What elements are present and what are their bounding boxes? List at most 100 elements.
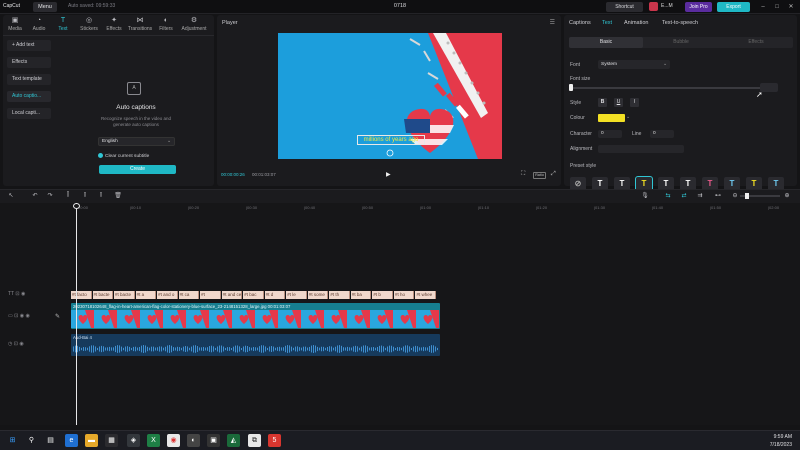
search-icon[interactable]: ⚲ bbox=[25, 434, 38, 447]
tab-text-to-speech[interactable]: Text-to-speech bbox=[662, 20, 698, 26]
caption-clip[interactable]: #t whee bbox=[415, 291, 436, 299]
video-clip[interactable]: 20230718102648_flag-in-heart-american-fl… bbox=[71, 303, 440, 329]
caption-clip[interactable]: #t bacte bbox=[114, 291, 135, 299]
audio-clip[interactable]: Aud-Bai 4 bbox=[71, 334, 440, 356]
sidebar-item-add-text[interactable]: + Add text bbox=[7, 40, 51, 51]
caption-overlay[interactable]: millions of years ago bbox=[357, 135, 425, 145]
fit-screen-icon[interactable]: ⛶ bbox=[521, 171, 525, 178]
bold-button[interactable]: B bbox=[598, 98, 607, 107]
audio-track-controls[interactable]: ◷ ⊡ ◉ bbox=[8, 341, 24, 347]
caption-clip[interactable]: #t ca bbox=[178, 291, 200, 299]
tab-text[interactable]: T Text bbox=[51, 15, 75, 35]
caption-clip[interactable]: #t bac bbox=[243, 291, 264, 299]
undo-icon[interactable]: ↶ bbox=[30, 192, 40, 199]
join-pro-button[interactable]: Join Pro bbox=[685, 2, 712, 12]
chevron-down-icon[interactable]: ⌄ bbox=[626, 114, 630, 120]
caption-clip[interactable]: #t a bbox=[135, 291, 157, 299]
capcut-taskbar-icon[interactable]: ⧉ bbox=[248, 434, 261, 447]
excel-icon[interactable]: X bbox=[147, 434, 160, 447]
caption-clip[interactable]: #t ho bbox=[393, 291, 415, 299]
app-icon[interactable]: ▣ bbox=[207, 434, 220, 447]
caption-clip[interactable]: #t some bbox=[307, 291, 329, 299]
split-icon[interactable]: ⫿ bbox=[63, 192, 73, 199]
avatar[interactable] bbox=[649, 2, 658, 11]
create-button[interactable]: Create bbox=[99, 165, 176, 174]
store-icon[interactable]: ▦ bbox=[105, 434, 118, 447]
sidebar-item-auto-captions[interactable]: Auto captio... bbox=[7, 91, 51, 102]
tab-audio[interactable]: ◔ Audio bbox=[27, 15, 51, 35]
file-explorer-icon[interactable]: ▬ bbox=[85, 434, 98, 447]
colour-swatch[interactable] bbox=[598, 114, 625, 122]
app-icon[interactable]: 5 bbox=[268, 434, 281, 447]
caption-clip[interactable]: #t b bbox=[372, 291, 393, 299]
shortcut-button[interactable]: Shortcut bbox=[606, 2, 643, 12]
edge-icon[interactable]: e bbox=[65, 434, 78, 447]
caption-clip[interactable]: #t bacte bbox=[92, 291, 114, 299]
video-track-controls[interactable]: ▭ ⊡ ◉ ◉ bbox=[8, 313, 30, 319]
sidebar-item-effects[interactable]: Effects bbox=[7, 57, 51, 68]
italic-button[interactable]: I bbox=[630, 98, 639, 107]
tab-effects[interactable]: ✦ Effects bbox=[103, 15, 125, 35]
tab-filters[interactable]: ◐ Filters bbox=[155, 15, 177, 35]
language-select[interactable]: English ⌄ bbox=[98, 137, 175, 146]
caption-clip[interactable]: #t ba bbox=[350, 291, 372, 299]
export-button[interactable]: Export bbox=[717, 2, 750, 12]
app-icon[interactable]: ◭ bbox=[227, 434, 240, 447]
zoom-out-icon[interactable]: ⊖ bbox=[730, 192, 740, 199]
minimize-icon[interactable]: – bbox=[758, 2, 768, 12]
time-ruler[interactable]: 00:00 |00:10 |00:20 |00:30 |00:40 |00:50… bbox=[0, 203, 800, 213]
sidebar-item-text-template[interactable]: Text template bbox=[7, 74, 51, 85]
redo-icon[interactable]: ↷ bbox=[45, 192, 55, 199]
tab-media[interactable]: ▣ Media bbox=[3, 15, 27, 35]
playhead[interactable] bbox=[76, 203, 77, 425]
playhead-handle[interactable] bbox=[73, 203, 80, 209]
caption-clip[interactable]: #t and o bbox=[157, 291, 178, 299]
font-select[interactable]: System ⌄ bbox=[598, 60, 670, 69]
text-track-controls[interactable]: TT ⊡ ◉ bbox=[8, 291, 25, 297]
clear-subtitle-checkbox[interactable]: Clear current subtitle bbox=[98, 153, 149, 159]
sidebar-item-local-captions[interactable]: Local capti... bbox=[7, 108, 51, 119]
caption-clip[interactable]: #t d bbox=[264, 291, 286, 299]
caption-clip[interactable]: #t and ce bbox=[221, 291, 243, 299]
delete-icon[interactable]: 🗑 bbox=[113, 192, 123, 199]
character-spacing-input[interactable]: 0 bbox=[598, 130, 622, 138]
caption-clip[interactable]: #t le bbox=[286, 291, 307, 299]
windows-start-icon[interactable]: ⊞ bbox=[6, 434, 19, 447]
maximize-icon[interactable]: □ bbox=[772, 2, 782, 12]
fontsize-slider-handle[interactable] bbox=[569, 84, 573, 91]
app-icon[interactable]: ◐ bbox=[187, 434, 200, 447]
link-icon[interactable]: ⇆ bbox=[663, 192, 673, 199]
fontsize-slider-track[interactable] bbox=[570, 87, 760, 89]
link-off-icon[interactable]: ⇉ bbox=[695, 192, 705, 199]
tab-animation[interactable]: Animation bbox=[624, 20, 648, 26]
task-view-icon[interactable]: ▤ bbox=[44, 434, 57, 447]
line-spacing-input[interactable]: 0 bbox=[650, 130, 674, 138]
close-icon[interactable]: ✕ bbox=[786, 2, 796, 12]
caption-clip[interactable]: #t facto bbox=[71, 291, 92, 299]
split-right-icon[interactable]: ⫾ bbox=[96, 192, 106, 199]
play-icon[interactable]: ▶ bbox=[386, 171, 391, 178]
video-preview[interactable]: millions of years ago bbox=[278, 33, 502, 159]
menu-button[interactable]: Menu bbox=[33, 2, 57, 12]
tab-transitions[interactable]: ⋈ Transitions bbox=[125, 15, 155, 35]
tab-stickers[interactable]: ◎ Stickers bbox=[75, 15, 103, 35]
microphone-icon[interactable]: 🎙 bbox=[640, 192, 650, 199]
snap-icon[interactable]: ⇄ bbox=[679, 192, 689, 199]
hamburger-icon[interactable]: ☰ bbox=[550, 19, 555, 26]
edit-cover-icon[interactable]: ✎ bbox=[55, 313, 60, 320]
ratio-button[interactable]: Ratio bbox=[533, 172, 546, 179]
fullscreen-icon[interactable]: ⤢ bbox=[551, 171, 556, 178]
tab-text-props[interactable]: Text bbox=[602, 20, 612, 26]
app-icon[interactable]: ◈ bbox=[127, 434, 140, 447]
preview-axis-icon[interactable]: ⊷ bbox=[713, 192, 723, 199]
select-cursor-icon[interactable]: ↖ bbox=[6, 192, 16, 199]
user-name[interactable]: E...M bbox=[661, 3, 673, 9]
tab-adjustment[interactable]: ⚙ Adjustment bbox=[177, 15, 211, 35]
timeline[interactable]: 00:00 |00:10 |00:20 |00:30 |00:40 |00:50… bbox=[0, 203, 800, 425]
project-name[interactable]: 0718 bbox=[370, 3, 430, 9]
caption-clip[interactable]: #t bbox=[200, 291, 221, 299]
subtab-effects[interactable]: Effects bbox=[719, 37, 793, 48]
zoom-slider-handle[interactable] bbox=[745, 193, 749, 199]
caption-clip[interactable]: #t th bbox=[329, 291, 350, 299]
subtab-basic[interactable]: Basic bbox=[569, 37, 643, 48]
